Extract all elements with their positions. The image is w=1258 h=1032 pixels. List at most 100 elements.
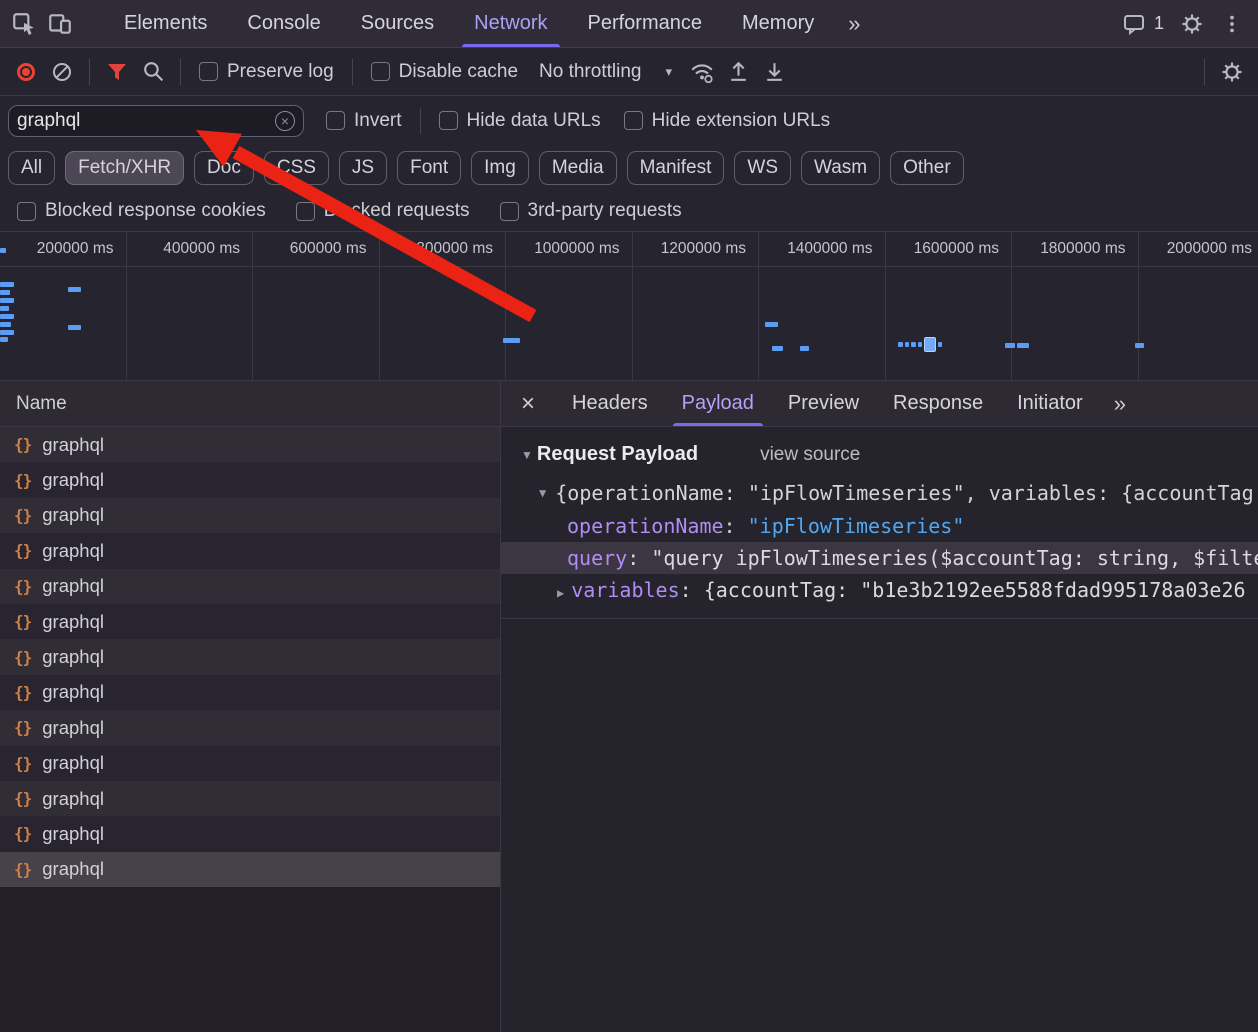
- network-filter-input[interactable]: [17, 110, 275, 132]
- preserve-log-checkbox[interactable]: Preserve log: [199, 61, 334, 83]
- export-har-icon[interactable]: [756, 54, 792, 90]
- type-filter-pill[interactable]: Media: [539, 151, 617, 185]
- request-row[interactable]: {} graphql: [0, 604, 500, 639]
- request-row[interactable]: {} graphql: [0, 533, 500, 568]
- message-count-badge: 1: [1154, 13, 1164, 34]
- timeline-column: 600000 ms: [253, 232, 380, 380]
- expand-triangle-icon[interactable]: ▶: [557, 586, 564, 600]
- advanced-filter-checkbox[interactable]: Blocked response cookies: [17, 200, 266, 222]
- main-tab[interactable]: Performance: [568, 0, 723, 47]
- request-payload-section: ▼ Request Payload view source: [501, 435, 1258, 476]
- filter-funnel-icon[interactable]: [99, 54, 135, 90]
- detail-tab[interactable]: Preview: [771, 381, 876, 426]
- type-filter-pill[interactable]: JS: [339, 151, 387, 185]
- timeline-activity-mark: [925, 338, 935, 351]
- clear-filter-icon[interactable]: ×: [275, 111, 295, 131]
- payload-query-row[interactable]: query: "query ipFlowTimeseries($accountT…: [501, 542, 1258, 574]
- main-tab[interactable]: Memory: [722, 0, 834, 47]
- collapse-triangle-icon[interactable]: ▼: [539, 486, 546, 500]
- advanced-filter-checkbox[interactable]: Blocked requests: [296, 200, 470, 222]
- timeline-overview[interactable]: 200000 ms 400000 ms 600000 ms 800000 ms …: [0, 231, 1258, 381]
- request-row[interactable]: {} graphql: [0, 427, 500, 462]
- timeline-columns: 200000 ms 400000 ms 600000 ms 800000 ms …: [0, 232, 1258, 380]
- disable-cache-checkbox[interactable]: Disable cache: [371, 61, 518, 83]
- request-row[interactable]: {} graphql: [0, 462, 500, 497]
- checkbox-box: [371, 62, 390, 81]
- type-filter-pill[interactable]: WS: [734, 151, 791, 185]
- invert-checkbox[interactable]: Invert: [326, 110, 402, 132]
- payload-root-node[interactable]: ▼ {operationName: "ipFlowTimeseries", va…: [501, 476, 1258, 510]
- payload-pane: ▼ Request Payload view source ▼ {operati…: [501, 427, 1258, 1032]
- detail-tab[interactable]: Headers: [555, 381, 665, 426]
- json-braces-icon: {}: [14, 824, 31, 843]
- json-braces-icon: {}: [14, 718, 31, 737]
- settings-gear-icon[interactable]: [1174, 6, 1210, 42]
- timeline-column: 200000 ms: [0, 232, 127, 380]
- filter-bar: × Invert Hide data URLs Hide extension U…: [0, 96, 1258, 145]
- kebab-menu-icon[interactable]: [1214, 6, 1250, 42]
- type-filter-pill[interactable]: Wasm: [801, 151, 880, 185]
- type-filter-pill[interactable]: Manifest: [627, 151, 725, 185]
- record-network-log-icon[interactable]: [8, 54, 44, 90]
- network-settings-gear-icon[interactable]: [1214, 54, 1250, 90]
- divider: [180, 59, 181, 85]
- detail-tabs: Headers Payload Preview Response Initiat…: [555, 381, 1100, 426]
- request-row[interactable]: {} graphql: [0, 675, 500, 710]
- request-row[interactable]: {} graphql: [0, 781, 500, 816]
- timeline-column: 1600000 ms: [886, 232, 1013, 380]
- timeline-column: 800000 ms: [380, 232, 507, 380]
- payload-variables-row[interactable]: ▶variables: {accountTag: "b1e3b2192ee558…: [501, 574, 1258, 606]
- payload-operation-row[interactable]: operationName: "ipFlowTimeseries": [501, 510, 1258, 542]
- detail-tab[interactable]: Payload: [665, 381, 771, 426]
- detail-tab[interactable]: Initiator: [1000, 381, 1100, 426]
- toolbar-right: [1195, 54, 1250, 90]
- timeline-activity-mark: [765, 322, 778, 327]
- request-row[interactable]: {} graphql: [0, 498, 500, 533]
- timeline-activity-mark: [0, 322, 11, 327]
- request-row[interactable]: {} graphql: [0, 710, 500, 745]
- console-messages-icon[interactable]: [1116, 6, 1152, 42]
- main-tab[interactable]: Network: [454, 0, 567, 47]
- type-filter-pill[interactable]: Fetch/XHR: [65, 151, 184, 185]
- hide-extension-urls-checkbox[interactable]: Hide extension URLs: [624, 110, 830, 132]
- device-toolbar-icon[interactable]: [42, 6, 78, 42]
- type-filter-pill[interactable]: Font: [397, 151, 461, 185]
- type-filter-pill[interactable]: Doc: [194, 151, 254, 185]
- close-icon[interactable]: ×: [507, 390, 549, 418]
- detail-tab[interactable]: Response: [876, 381, 1000, 426]
- view-source-link[interactable]: view source: [760, 444, 860, 466]
- request-row[interactable]: {} graphql: [0, 816, 500, 851]
- section-title: Request Payload: [537, 443, 698, 466]
- name-column-header[interactable]: Name: [0, 381, 500, 427]
- json-braces-icon: {}: [14, 754, 31, 773]
- clear-network-log-icon[interactable]: [44, 54, 80, 90]
- main-tab-bar: Elements Console Sources Network Perform…: [0, 0, 1258, 48]
- main-tab[interactable]: Sources: [341, 0, 454, 47]
- request-row[interactable]: {} graphql: [0, 852, 500, 887]
- more-tabs-icon[interactable]: »: [834, 11, 874, 37]
- type-filter-pill[interactable]: CSS: [264, 151, 329, 185]
- main-tab[interactable]: Console: [227, 0, 340, 47]
- search-icon[interactable]: [135, 54, 171, 90]
- type-filter-pill[interactable]: Img: [471, 151, 529, 185]
- network-conditions-icon[interactable]: [684, 54, 720, 90]
- request-row[interactable]: {} graphql: [0, 569, 500, 604]
- main-tab[interactable]: Elements: [104, 0, 227, 47]
- throttling-dropdown[interactable]: No throttling ▾: [539, 61, 672, 83]
- advanced-filter-checkbox[interactable]: 3rd-party requests: [500, 200, 682, 222]
- timeline-column: 1000000 ms: [506, 232, 633, 380]
- record-dot: [17, 63, 35, 81]
- checkbox-box: [199, 62, 218, 81]
- type-filter-pill[interactable]: All: [8, 151, 55, 185]
- hide-data-urls-checkbox[interactable]: Hide data URLs: [439, 110, 601, 132]
- type-filter-pill[interactable]: Other: [890, 151, 964, 185]
- import-har-icon[interactable]: [720, 54, 756, 90]
- request-row[interactable]: {} graphql: [0, 639, 500, 674]
- more-detail-tabs-icon[interactable]: »: [1100, 391, 1140, 417]
- request-row[interactable]: {} graphql: [0, 746, 500, 781]
- devtools-window: Elements Console Sources Network Perform…: [0, 0, 1258, 1032]
- collapse-triangle-icon[interactable]: ▼: [521, 448, 533, 462]
- timeline-activity-mark: [0, 298, 14, 303]
- inspect-element-icon[interactable]: [6, 6, 42, 42]
- timeline-activity-mark: [772, 346, 783, 351]
